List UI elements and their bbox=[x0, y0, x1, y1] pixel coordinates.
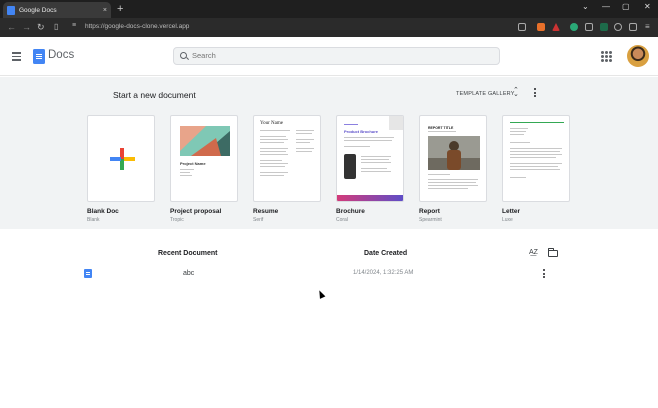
template-subtitle: Luxe bbox=[502, 217, 513, 223]
rewards-icon[interactable] bbox=[552, 23, 560, 31]
sort-az-icon[interactable]: A͟Z bbox=[529, 249, 538, 256]
browser-tab-bar: Google Docs × + ⌄ — ▢ ✕ bbox=[0, 0, 658, 18]
new-tab-button[interactable]: + bbox=[117, 2, 123, 16]
extension-icon[interactable] bbox=[600, 23, 608, 31]
template-thumbnail[interactable]: Product Brochure bbox=[336, 115, 404, 202]
brochure-image bbox=[344, 154, 356, 179]
column-header-document: Recent Document bbox=[158, 250, 218, 257]
thumb-title: REPORT TITLE bbox=[428, 126, 454, 130]
template-thumbnail[interactable] bbox=[87, 115, 155, 202]
mouse-cursor bbox=[316, 289, 326, 299]
extension-icon[interactable] bbox=[570, 23, 578, 31]
minimize-button[interactable]: — bbox=[602, 2, 610, 11]
search-icon bbox=[180, 52, 187, 59]
browser-toolbar: ← → ↻ ▯ ≡ https://google-docs-clone.verc… bbox=[0, 18, 658, 37]
template-thumbnail[interactable]: Your Name bbox=[253, 115, 321, 202]
template-subtitle: Coral bbox=[336, 217, 348, 223]
thumb-title: Your Name bbox=[260, 121, 283, 126]
avatar[interactable] bbox=[627, 45, 649, 67]
template-project-proposal[interactable]: Project Name Project proposal Tropic bbox=[170, 115, 238, 223]
template-thumbnail[interactable] bbox=[502, 115, 570, 202]
template-subtitle: Serif bbox=[253, 217, 264, 223]
doc-name[interactable]: abc bbox=[183, 270, 194, 277]
apps-grid-icon[interactable] bbox=[601, 51, 612, 62]
menu-icon[interactable] bbox=[12, 52, 21, 63]
tab-search-icon[interactable]: ⌄ bbox=[582, 2, 589, 11]
template-gallery-button[interactable]: TEMPLATE GALLERY bbox=[456, 91, 515, 97]
tropic-art-image bbox=[180, 126, 230, 156]
browser-tab[interactable]: Google Docs × bbox=[3, 2, 111, 18]
row-more-options-icon[interactable] bbox=[541, 269, 547, 279]
template-subtitle: Blank bbox=[87, 217, 100, 223]
docs-favicon-icon bbox=[7, 5, 15, 15]
browser-menu-icon[interactable]: ≡ bbox=[645, 22, 650, 31]
brave-shield-icon[interactable] bbox=[537, 23, 545, 31]
template-letter[interactable]: Letter Luxe bbox=[502, 115, 570, 223]
thumb-title: Product Brochure bbox=[344, 129, 379, 134]
section-title: Start a new document bbox=[113, 90, 196, 100]
template-name: Letter bbox=[502, 208, 521, 215]
maximize-button[interactable]: ▢ bbox=[622, 2, 630, 11]
template-name: Report bbox=[419, 208, 440, 215]
column-header-date: Date Created bbox=[364, 250, 408, 257]
tab-close-icon[interactable]: × bbox=[103, 7, 107, 14]
template-blank[interactable]: Blank Doc Blank bbox=[87, 115, 155, 223]
app-title: Docs bbox=[48, 49, 75, 61]
forward-icon[interactable]: → bbox=[22, 22, 31, 32]
doc-date: 1/14/2024, 1:32:25 AM bbox=[353, 270, 414, 276]
extensions-puzzle-icon[interactable] bbox=[614, 23, 622, 31]
search-bar[interactable] bbox=[173, 47, 500, 65]
address-bar[interactable]: https://google-docs-clone.vercel.app bbox=[85, 23, 189, 30]
back-icon[interactable]: ← bbox=[7, 22, 16, 32]
thumb-title: Project Name bbox=[180, 161, 206, 166]
plus-icon bbox=[110, 148, 135, 170]
share-icon[interactable] bbox=[518, 23, 526, 31]
tab-title: Google Docs bbox=[19, 6, 57, 14]
bookmark-icon[interactable]: ▯ bbox=[54, 22, 58, 31]
sidebar-icon[interactable] bbox=[629, 23, 637, 31]
template-name: Resume bbox=[253, 208, 279, 215]
reload-icon[interactable]: ↻ bbox=[37, 22, 45, 33]
template-section: Start a new document TEMPLATE GALLERY ⌃ ⌄… bbox=[0, 77, 658, 299]
extension-icon[interactable] bbox=[585, 23, 593, 31]
docs-logo-icon bbox=[33, 49, 45, 64]
template-name: Blank Doc bbox=[87, 208, 119, 215]
template-thumbnail[interactable]: REPORT TITLE bbox=[419, 115, 487, 202]
more-options-icon[interactable] bbox=[532, 88, 538, 100]
close-window-button[interactable]: ✕ bbox=[644, 2, 651, 11]
template-subtitle: Tropic bbox=[170, 217, 184, 223]
template-resume[interactable]: Your Name Resume Serif bbox=[253, 115, 321, 223]
site-info-icon[interactable]: ≡ bbox=[72, 22, 76, 29]
template-report[interactable]: REPORT TITLE Report Spearmint bbox=[419, 115, 487, 223]
template-name: Brochure bbox=[336, 208, 365, 215]
table-row[interactable]: abc 1/14/2024, 1:32:25 AM bbox=[0, 265, 658, 281]
app-header: Docs bbox=[0, 37, 658, 76]
expand-collapse-icon[interactable]: ⌃ ⌄ bbox=[513, 87, 519, 98]
report-photo-image bbox=[428, 136, 480, 170]
doc-file-icon bbox=[84, 269, 92, 278]
template-thumbnail[interactable]: Project Name bbox=[170, 115, 238, 202]
folder-icon[interactable] bbox=[548, 248, 558, 257]
template-brochure[interactable]: Product Brochure Brochure Coral bbox=[336, 115, 404, 223]
template-subtitle: Spearmint bbox=[419, 217, 442, 223]
search-input[interactable] bbox=[192, 51, 492, 60]
template-name: Project proposal bbox=[170, 208, 222, 215]
